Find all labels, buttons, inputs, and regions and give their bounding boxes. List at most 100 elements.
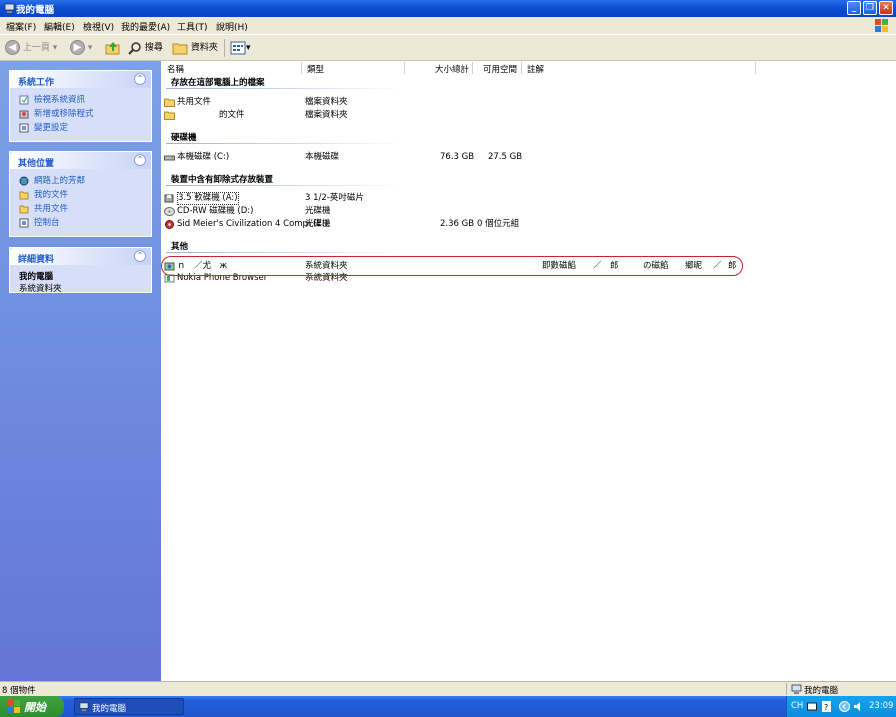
highlight-annotation xyxy=(161,256,743,276)
collapse-chevron-icon[interactable]: ⌃ xyxy=(134,154,146,166)
list-item[interactable]: CD-RW 磁碟機 (D:) 光碟機 xyxy=(161,205,896,218)
my-documents-link[interactable]: 我的文件 xyxy=(10,188,151,202)
menu-help[interactable]: 說明(H) xyxy=(216,20,248,33)
forward-arrow-icon: ▶ xyxy=(70,40,85,55)
item-free-space: 27.5 GB xyxy=(488,152,523,162)
folder-icon xyxy=(164,111,175,120)
windows-logo-icon xyxy=(875,19,888,32)
folder-icon xyxy=(19,205,29,214)
group-hard-drives: 硬碟機 xyxy=(171,133,197,143)
windows-logo-icon xyxy=(7,700,20,713)
folder-icon xyxy=(19,191,29,200)
group-removable: 裝置中含有卸除式存放裝置 xyxy=(171,175,274,185)
item-type: 檔案資料夾 xyxy=(305,110,348,120)
language-indicator[interactable]: CH xyxy=(791,701,803,711)
collapse-chevron-icon[interactable]: ⌃ xyxy=(134,250,146,262)
help-icon[interactable]: ? xyxy=(822,701,831,712)
up-folder-button[interactable] xyxy=(105,39,123,57)
group-stored-files: 存放在這部電腦上的檔案 xyxy=(171,78,265,88)
svg-text:?: ? xyxy=(824,703,828,712)
item-type: 3 1/2-英吋磁片 xyxy=(305,193,364,203)
list-item[interactable]: Sid Meier's Civilization 4 Compl (E:) 光碟… xyxy=(161,218,896,231)
item-type: 檔案資料夾 xyxy=(305,97,348,107)
control-panel-icon xyxy=(19,123,29,133)
folder-icon xyxy=(172,43,188,54)
taskbar: 開始 我的電腦 CH ? 23:09 xyxy=(0,696,896,717)
computer-icon xyxy=(791,684,802,694)
item-name: 共用文件 xyxy=(177,97,212,107)
item-name: 3.5 軟碟機 (A:) xyxy=(177,192,239,205)
column-separator[interactable] xyxy=(472,62,473,74)
item-name: CD-RW 磁碟機 (D:) xyxy=(177,206,254,216)
status-divider xyxy=(786,683,787,695)
file-list-view: 名稱 類型 大小總計 可用空間 註解 存放在這部電腦上的檔案 共用文件 檔案資料… xyxy=(161,61,896,681)
item-total-size: 2.36 GB xyxy=(440,219,475,229)
list-item[interactable]: 3.5 軟碟機 (A:) 3 1/2-英吋磁片 xyxy=(161,192,896,205)
search-icon xyxy=(128,41,141,55)
status-bar: 8 個物件 我的電腦 xyxy=(0,681,896,696)
column-free-space[interactable]: 可用空間 xyxy=(483,63,517,75)
group-divider xyxy=(166,143,406,144)
menu-favorites[interactable]: 我的最愛(A) xyxy=(121,20,170,33)
views-icon xyxy=(230,41,246,54)
keyboard-icon[interactable] xyxy=(807,702,817,711)
group-other: 其他 xyxy=(171,242,189,252)
back-arrow-icon: ◀ xyxy=(5,40,20,55)
column-separator[interactable] xyxy=(404,62,405,74)
shared-documents-link[interactable]: 共用文件 xyxy=(10,202,151,216)
search-button[interactable]: 搜尋 xyxy=(128,39,163,57)
control-panel-link[interactable]: 控制台 xyxy=(10,216,151,230)
column-comment[interactable]: 註解 xyxy=(527,63,544,75)
menu-file[interactable]: 檔案(F) xyxy=(6,20,36,33)
system-tray: CH ? 23:09 xyxy=(786,696,896,717)
column-type[interactable]: 類型 xyxy=(307,63,324,75)
toolbar-divider xyxy=(224,39,225,57)
group-divider xyxy=(166,185,406,186)
item-free-space: 0 個位元組 xyxy=(477,219,520,229)
column-name[interactable]: 名稱 xyxy=(167,63,184,75)
item-total-size: 76.3 GB xyxy=(440,152,475,162)
details-header[interactable]: 詳細資料 ⌃ xyxy=(10,248,151,265)
hard-drive-icon xyxy=(164,155,175,161)
network-places-link[interactable]: 網路上的芳鄰 xyxy=(10,174,151,188)
system-info-link[interactable]: 檢視系統資訊 xyxy=(10,93,151,107)
expand-tray-icon[interactable] xyxy=(839,701,850,712)
start-button[interactable]: 開始 xyxy=(0,696,64,717)
item-name: 本機磁碟 (C:) xyxy=(177,152,230,162)
folders-button[interactable]: 資料夾 xyxy=(172,39,218,57)
list-item[interactable]: 共用文件 檔案資料夾 xyxy=(161,96,896,109)
floppy-drive-icon xyxy=(164,194,174,203)
other-places-panel: 其他位置 ⌃ 網路上的芳鄰 我的文件 共用文件 控制台 xyxy=(9,151,152,237)
item-type: 光碟機 xyxy=(305,219,331,229)
collapse-chevron-icon[interactable]: ⌃ xyxy=(134,73,146,85)
column-total-size[interactable]: 大小總計 xyxy=(435,63,469,75)
maximize-button[interactable]: ❐ xyxy=(863,1,877,15)
column-separator[interactable] xyxy=(521,62,522,74)
back-button[interactable]: ◀ 上一頁 ▾ xyxy=(5,39,57,57)
menu-tools[interactable]: 工具(T) xyxy=(177,20,208,33)
taskbar-window-button[interactable]: 我的電腦 xyxy=(74,698,184,715)
menu-view[interactable]: 檢視(V) xyxy=(83,20,114,33)
column-separator[interactable] xyxy=(301,62,302,74)
column-separator[interactable] xyxy=(755,62,756,74)
menu-edit[interactable]: 編輯(E) xyxy=(44,20,75,33)
add-remove-programs-link[interactable]: 新增或移除程式 xyxy=(10,107,151,121)
item-type: 本機磁碟 xyxy=(305,152,340,162)
list-item[interactable]: 本機磁碟 (C:) 本機磁碟 76.3 GB 27.5 GB xyxy=(161,151,896,164)
change-settings-link[interactable]: 變更設定 xyxy=(10,121,151,135)
views-button[interactable]: ▾ xyxy=(230,39,251,57)
title-bar[interactable]: 我的電腦 _ ❐ ✕ xyxy=(0,0,896,17)
group-divider xyxy=(166,88,406,89)
clock[interactable]: 23:09 xyxy=(869,701,894,711)
cd-drive-icon xyxy=(164,207,175,216)
list-item[interactable]: 的文件 檔案資料夾 xyxy=(161,109,896,122)
close-button[interactable]: ✕ xyxy=(879,1,893,15)
other-places-header[interactable]: 其他位置 ⌃ xyxy=(10,152,151,169)
computer-icon xyxy=(4,3,15,13)
minimize-button[interactable]: _ xyxy=(847,1,861,15)
volume-icon[interactable] xyxy=(853,700,863,713)
window-title: 我的電腦 xyxy=(16,5,55,16)
folder-icon xyxy=(164,98,175,107)
system-tasks-header[interactable]: 系統工作 ⌃ xyxy=(10,71,151,88)
forward-button[interactable]: ▶ ▾ xyxy=(70,39,92,57)
